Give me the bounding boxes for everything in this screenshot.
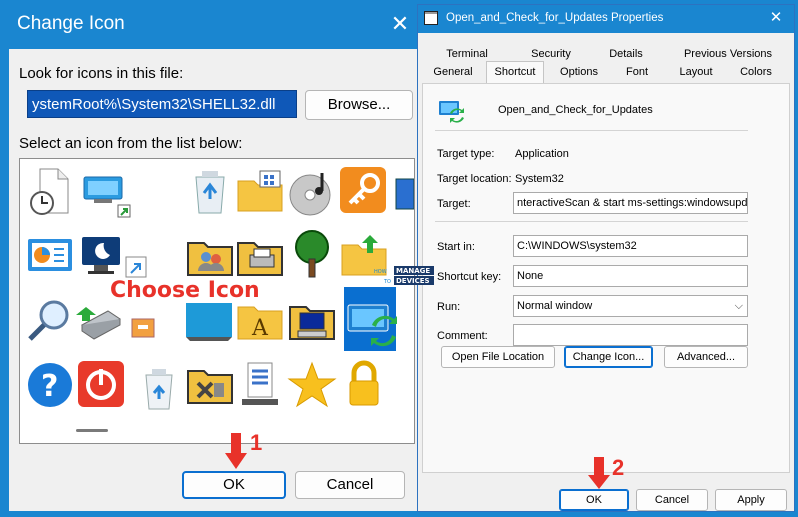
folder-people-icon[interactable] [184, 231, 236, 283]
apply-button[interactable]: Apply [715, 489, 787, 511]
advanced-button[interactable]: Advanced... [664, 346, 748, 368]
target-label: Target: [437, 198, 471, 210]
document-clock-icon[interactable] [24, 165, 76, 217]
step-number-1: 1 [250, 430, 263, 455]
site-watermark-logo: HOW TO MANAGE DEVICES [372, 262, 438, 290]
close-icon[interactable]: ✕ [387, 11, 413, 37]
recycle-bin-full-icon[interactable] [184, 165, 236, 217]
svg-text:A: A [251, 316, 269, 341]
cancel-button[interactable]: Cancel [636, 489, 708, 511]
change-icon-titlebar: Change Icon ✕ [9, 1, 419, 49]
padlock-icon[interactable] [338, 359, 390, 411]
change-icon-title: Change Icon [17, 13, 125, 34]
monitor-sync-icon[interactable] [346, 297, 398, 349]
run-label: Run: [437, 301, 461, 313]
app-window-icon [424, 11, 438, 25]
select-icon-label: Select an icon from the list below: [19, 135, 243, 152]
shortcut-tab-panel: Open_and_Check_for_Updates Target type: … [422, 83, 790, 473]
folder-grid-icon[interactable] [234, 167, 286, 219]
monitor-moon-icon[interactable] [76, 231, 128, 283]
icon-list[interactable]: A ? Choose Icon [19, 158, 415, 444]
properties-titlebar: Open_and_Check_for_Updates Properties ✕ [418, 5, 794, 33]
shortcut-properties-dialog: Open_and_Check_for_Updates Properties ✕ … [417, 4, 795, 512]
comment-input[interactable] [513, 324, 748, 346]
step-number-2: 2 [612, 455, 625, 480]
ok-button[interactable]: OK [559, 489, 629, 511]
watermark-devices: DEVICES [396, 277, 430, 285]
computer-folder-icon[interactable] [286, 295, 338, 347]
choose-icon-annotation: Choose Icon [110, 278, 260, 303]
tab-layout[interactable]: Layout [670, 63, 722, 81]
change-icon-dialog: Change Icon ✕ Look for icons in this fil… [8, 0, 420, 512]
monitor-shortcut-icon[interactable] [80, 171, 132, 223]
shortcut-key-label: Shortcut key: [437, 271, 502, 283]
power-icon[interactable] [76, 359, 128, 411]
target-location-label: Target location: [437, 173, 512, 185]
open-file-location-button[interactable]: Open File Location [441, 346, 555, 368]
target-input[interactable]: nteractiveScan & start ms-settings:windo… [513, 192, 748, 214]
watermark-manage: MANAGE [396, 267, 430, 275]
tree-icon[interactable] [286, 229, 338, 281]
close-icon[interactable]: ✕ [766, 8, 786, 28]
star-icon[interactable] [286, 359, 338, 411]
server-rack-icon[interactable] [234, 359, 286, 411]
horizontal-scrollbar-thumb[interactable] [76, 429, 108, 432]
cd-music-icon[interactable] [286, 167, 338, 219]
separator [435, 130, 748, 131]
cancel-button[interactable]: Cancel [295, 471, 405, 499]
control-panel-icon[interactable] [24, 231, 76, 283]
icon-file-path-input[interactable]: ystemRoot%\System32\SHELL32.dll [27, 90, 297, 118]
shortcut-name-text: Open_and_Check_for_Updates [498, 104, 653, 116]
blue-box-icon[interactable] [184, 299, 236, 351]
tab-font[interactable]: Font [618, 63, 656, 81]
search-magnifier-icon[interactable] [24, 295, 76, 347]
help-question-icon[interactable]: ? [24, 359, 76, 411]
properties-title: Open_and_Check_for_Updates Properties [446, 12, 664, 24]
folder-tools-icon[interactable] [184, 359, 236, 411]
recycle-bin-empty-icon[interactable] [136, 363, 188, 415]
start-in-input[interactable]: C:\WINDOWS\system32 [513, 235, 748, 257]
monitor-partial-icon[interactable] [392, 173, 414, 225]
comment-label: Comment: [437, 330, 488, 342]
tab-previous-versions[interactable]: Previous Versions [676, 45, 780, 63]
browse-button[interactable]: Browse... [305, 90, 413, 120]
target-type-value: Application [515, 148, 569, 160]
look-for-icons-label: Look for icons in this file: [19, 65, 184, 82]
target-type-label: Target type: [437, 148, 495, 160]
change-icon-button[interactable]: Change Icon... [564, 346, 653, 368]
start-in-label: Start in: [437, 241, 475, 253]
monitor-sync-icon [438, 98, 464, 124]
run-select[interactable]: Normal window ⌵ [513, 295, 748, 317]
tab-details[interactable]: Details [596, 45, 656, 63]
watermark-to: TO [383, 279, 391, 285]
run-select-value: Normal window [517, 300, 593, 312]
target-location-value: System32 [515, 173, 564, 185]
tab-general[interactable]: General [430, 63, 476, 81]
chevron-down-icon: ⌵ [734, 300, 743, 312]
key-icon[interactable] [338, 165, 390, 217]
shortcut-key-input[interactable]: None [513, 265, 748, 287]
tab-shortcut[interactable]: Shortcut [486, 61, 544, 83]
svg-text:?: ? [41, 369, 58, 404]
tab-options[interactable]: Options [552, 63, 606, 81]
tab-colors[interactable]: Colors [732, 63, 780, 81]
small-box-icon[interactable] [128, 311, 158, 341]
ok-button[interactable]: OK [182, 471, 286, 499]
folder-printer-icon[interactable] [234, 231, 286, 283]
red-down-arrow-icon [225, 433, 247, 474]
watermark-how: HOW [374, 269, 387, 275]
separator [435, 221, 748, 222]
